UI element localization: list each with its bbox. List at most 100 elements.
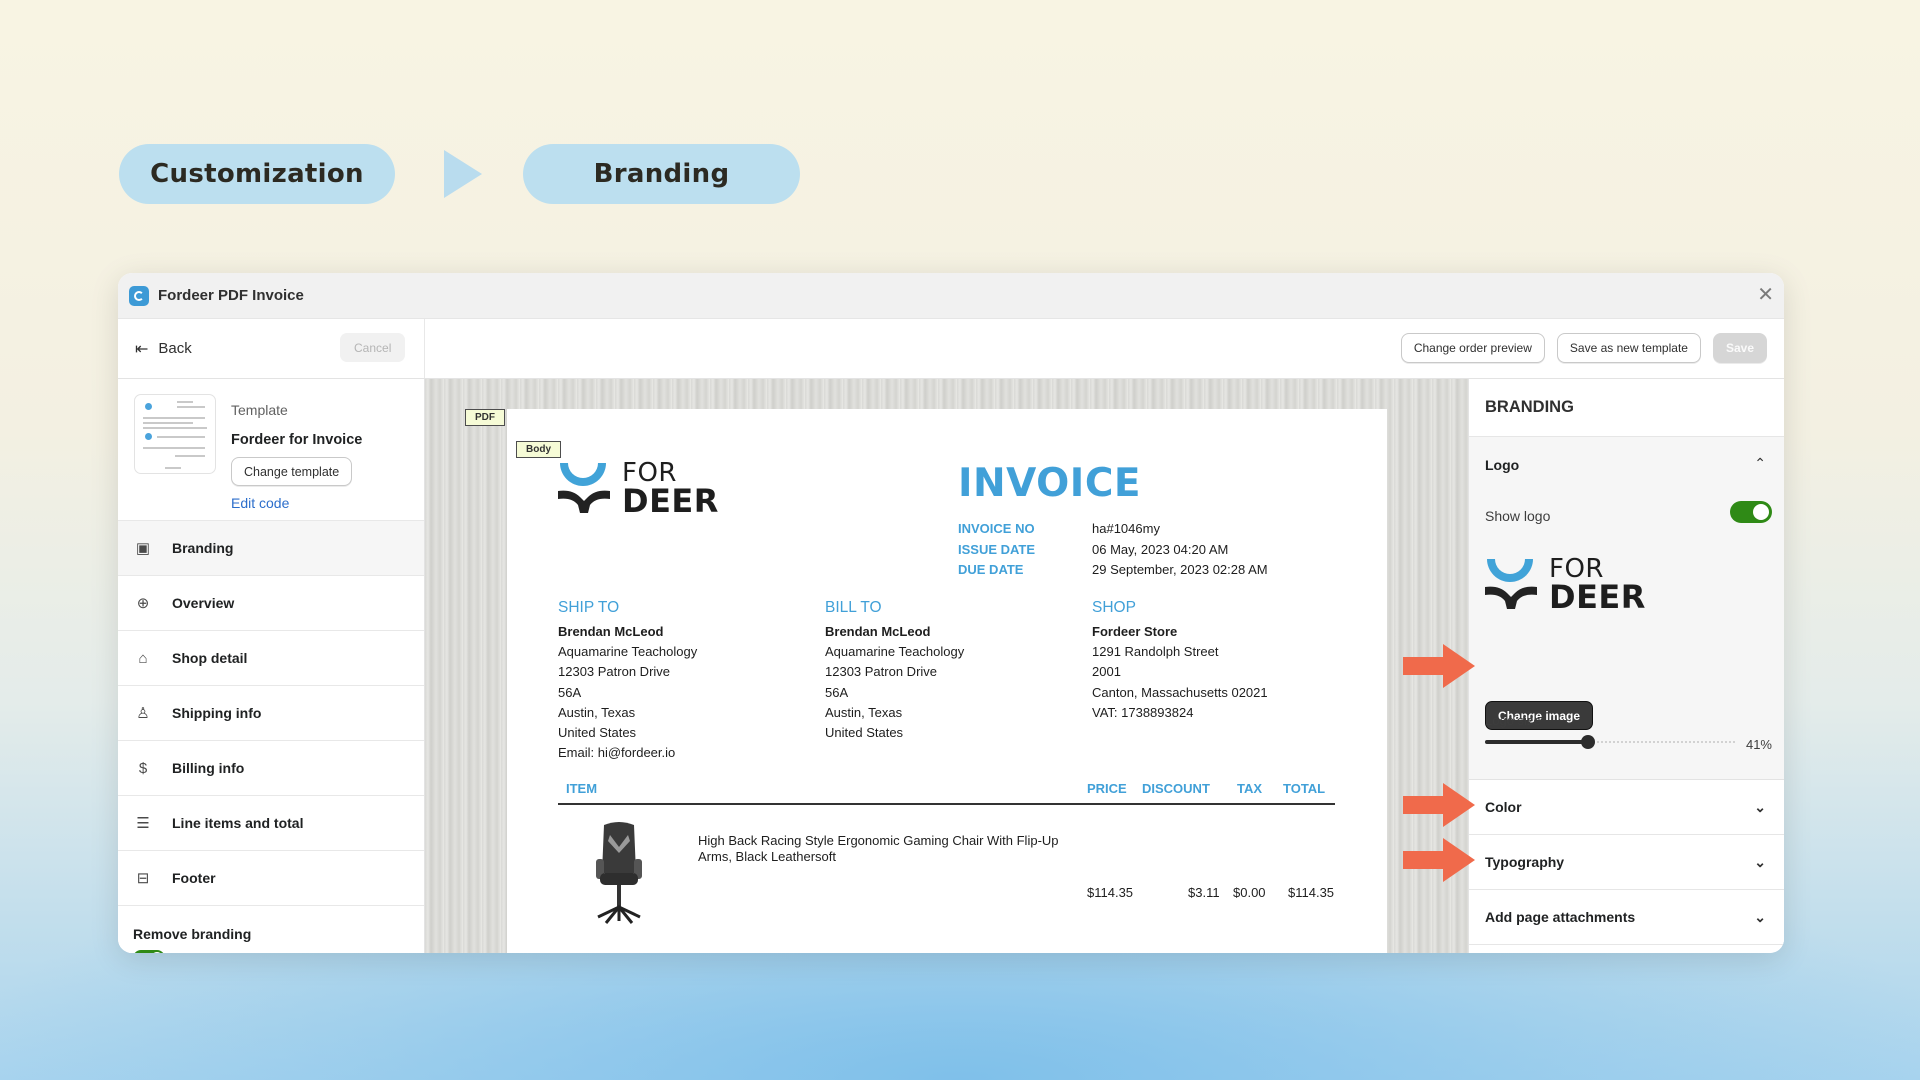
remove-branding-heading: Remove branding [133, 926, 252, 942]
image-icon: ▣ [135, 540, 151, 557]
page-attachments-section[interactable]: Add page attachments ⌄ [1469, 890, 1784, 945]
col-total: TOTAL [1283, 781, 1326, 796]
col-discount: DISCOUNT [1142, 781, 1210, 796]
sidebar-item-branding[interactable]: ▣ Branding [118, 520, 424, 575]
line-item-total: $114.35 [1288, 885, 1335, 900]
save-as-new-template-button[interactable]: Save as new template [1556, 333, 1701, 363]
invoice-meta: INVOICE NO ha#1046my ISSUE DATE 06 May, 20… [958, 519, 1268, 581]
slider-knob[interactable] [1580, 735, 1595, 749]
sidebar-item-shop-detail[interactable]: ⌂ Shop detail [118, 630, 424, 685]
typography-section-label: Typography [1485, 854, 1565, 870]
branding-panel-title: BRANDING [1469, 379, 1784, 437]
change-template-button[interactable]: Change template [231, 457, 353, 486]
store-icon: ⌂ [138, 649, 148, 667]
sidebar-item-label: Billing info [172, 760, 245, 776]
sidebar-item-label: Branding [172, 540, 234, 556]
chevron-down-icon[interactable]: ⌄ [1754, 909, 1766, 926]
logo-preview: FOR DEER [1485, 556, 1646, 613]
sidebar-item-overview[interactable]: ⊕ Overview [118, 575, 424, 630]
invoice-title: INVOICE [958, 461, 1142, 506]
typography-section[interactable]: Typography ⌄ [1469, 835, 1784, 890]
annotation-arrow-icon [1403, 783, 1475, 827]
logo-size-slider[interactable] [1485, 735, 1735, 749]
pdf-tag[interactable]: PDF [465, 409, 505, 426]
remove-branding-text: Remove "Created by Fordeer Commerce" [175, 952, 379, 953]
bill-to-name: Brendan McLeod [825, 624, 931, 639]
sidebar-item-label: Overview [172, 595, 235, 611]
address-line: 12303 Patron Drive [825, 664, 938, 680]
address-line: Aquamarine Teachology [558, 644, 698, 660]
line-item-discount: $3.11 [1188, 885, 1220, 900]
sidebar-item-billing-info[interactable]: $ Billing info [118, 740, 424, 795]
annotation-arrow-icon [1403, 838, 1475, 882]
settings-sidebar: Template Fordeer for Invoice Change temp… [118, 379, 425, 953]
chevron-up-icon[interactable]: ⌃ [1754, 455, 1766, 472]
address-line: Austin, Texas [825, 704, 903, 720]
address-line: 56A [558, 684, 582, 700]
address-line: 2001 [1092, 664, 1121, 680]
sidebar-item-line-items[interactable]: ☰ Line items and total [118, 795, 424, 850]
color-section[interactable]: Color ⌄ [1469, 780, 1784, 835]
cancel-button[interactable]: Cancel [340, 333, 406, 362]
chevron-down-icon[interactable]: ⌄ [1754, 854, 1766, 871]
person-icon: ♙ [136, 705, 150, 722]
ship-to-heading: SHIP TO [558, 599, 620, 616]
invoice-page: Body FOR DEER INVOICE INVOICE NO ha#1046m… [507, 409, 1387, 953]
save-button[interactable]: Save [1712, 333, 1767, 363]
logo-text-deer: DEER [622, 481, 719, 520]
fordeer-logo-icon [1485, 558, 1537, 611]
invoice-preview-area: PDF Body FOR DEER INVOICE INVOICE NO ha#1… [425, 379, 1468, 953]
line-items-header: ITEM PRICE DISCOUNT TAX TOTAL [558, 781, 1335, 805]
template-thumbnail[interactable] [134, 394, 216, 474]
logo-size-label: Logo size [1485, 713, 1541, 728]
template-info: Template Fordeer for Invoice Change temp… [118, 379, 424, 520]
branding-panel: BRANDING Logo ⌃ Show logo FOR DEER Chang [1468, 379, 1784, 953]
meta-key: DUE DATE [958, 562, 1024, 577]
sidebar-item-label: Footer [172, 870, 216, 886]
body-tag[interactable]: Body [516, 441, 561, 458]
annotation-arrow-icon [1403, 644, 1475, 688]
show-logo-label: Show logo [1485, 508, 1551, 524]
app-window: Fordeer PDF Invoice ✕ ⇤ Back Cancel Chan… [118, 273, 1784, 953]
line-item-description: High Back Racing Style Ergonomic Gaming … [698, 833, 1059, 864]
meta-key: INVOICE NO [958, 521, 1035, 536]
window-title: Fordeer PDF Invoice [158, 287, 304, 304]
sidebar-item-label: Shop detail [172, 650, 248, 666]
list-icon: ☰ [136, 815, 150, 832]
color-section-label: Color [1485, 799, 1522, 815]
sidebar-item-shipping-info[interactable]: ♙ Shipping info [118, 685, 424, 740]
change-order-preview-button[interactable]: Change order preview [1400, 333, 1545, 363]
sidebar-item-footer[interactable]: ⊟ Footer [118, 850, 424, 905]
address-line: 12303 Patron Drive [558, 664, 671, 680]
address-line: United States [825, 725, 904, 741]
close-icon[interactable]: ✕ [1757, 285, 1774, 305]
bill-to-heading: BILL TO [825, 599, 882, 616]
show-logo-toggle[interactable] [1730, 501, 1772, 523]
meta-value: 06 May, 2023 04:20 AM [1092, 541, 1229, 557]
footer-icon: ⊟ [136, 870, 150, 887]
address-line: VAT: 1738893824 [1092, 704, 1194, 720]
logo-section: Logo ⌃ Show logo FOR DEER Change image L… [1469, 437, 1784, 780]
ship-to-name: Brendan McLeod [558, 624, 664, 639]
remove-branding-toggle[interactable] [133, 950, 165, 953]
edit-code-link[interactable]: Edit code [231, 495, 289, 511]
app-logo-icon [129, 285, 149, 306]
logo-section-heading[interactable]: Logo [1485, 457, 1519, 473]
bill-to-block: BILL TO Brendan McLeod Aquamarine Teacho… [825, 598, 964, 743]
template-name: Fordeer for Invoice [231, 432, 363, 448]
step-arrow-icon [444, 150, 482, 198]
invoice-logo: FOR DEER [558, 460, 719, 520]
col-price: PRICE [1087, 781, 1127, 796]
line-item-row: High Back Racing Style Ergonomic Gaming … [558, 821, 1335, 931]
col-item: ITEM [566, 781, 598, 796]
fordeer-logo-icon [558, 462, 610, 515]
exit-icon: ⇤ [135, 340, 149, 358]
shop-heading: SHOP [1092, 599, 1136, 616]
remove-branding-section: Remove branding Remove "Created by Forde… [118, 905, 424, 953]
back-label: Back [158, 340, 192, 357]
sidebar-item-label: Line items and total [172, 815, 304, 831]
chevron-down-icon[interactable]: ⌄ [1754, 799, 1766, 816]
receipt-icon: $ [138, 759, 148, 777]
product-image [596, 822, 642, 924]
template-label: Template [231, 402, 288, 418]
